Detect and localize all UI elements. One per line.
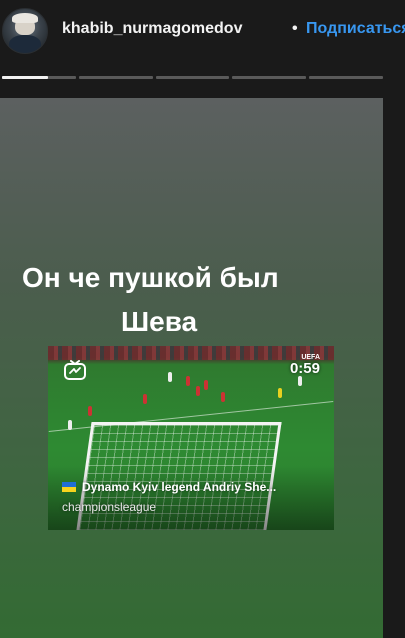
stadium-stands [48,346,334,360]
player [88,406,92,416]
player [143,394,147,404]
ukraine-flag-icon [62,482,76,492]
avatar-body [9,35,41,53]
player [278,388,282,398]
player [186,376,190,386]
progress-segment [232,76,307,79]
player [221,392,225,402]
igtv-icon [64,360,86,380]
story-viewer: khabib_nurmagomedov • Подписаться Он че … [0,0,405,638]
separator-dot: • [292,20,298,37]
progress-segment-fill [2,76,48,79]
progress-segment [2,76,76,79]
player [168,372,172,382]
progress-segment [155,76,230,79]
title-shade [48,466,334,530]
story-caption-line2: Шева [121,306,198,337]
story-caption-line1: Он че пушкой был [22,262,279,293]
player [196,386,200,396]
avatar[interactable] [2,8,48,54]
video-title: Dynamo Kyiv legend Andriy She... [62,480,276,494]
avatar-hat [12,13,38,23]
video-duration: 0:59 [289,360,320,377]
video-title-text: Dynamo Kyiv legend Andriy She... [82,480,277,494]
progress-segment [78,76,153,79]
username-link[interactable]: khabib_nurmagomedov [62,20,242,38]
player [298,376,302,386]
igtv-video-card[interactable]: UEFA 0:59 Dynamo Kyiv legend Andriy She.… [48,346,334,530]
story-header: khabib_nurmagomedov • Подписаться [0,0,405,60]
progress-segment [309,76,383,79]
video-channel[interactable]: championsleague [62,500,156,514]
follow-button[interactable]: Подписаться [306,20,405,38]
player [68,420,72,430]
player [204,380,208,390]
